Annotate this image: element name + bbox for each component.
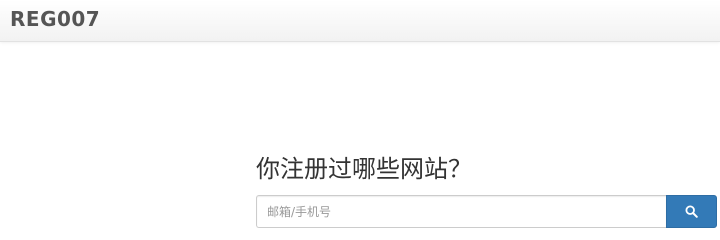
- navbar: REG007: [0, 0, 720, 42]
- page-title: 你注册过哪些网站？: [256, 155, 472, 183]
- search-input[interactable]: [256, 195, 666, 228]
- search-form: [256, 195, 717, 228]
- search-button[interactable]: [666, 195, 717, 228]
- search-icon: [685, 205, 698, 218]
- brand-logo[interactable]: REG007: [10, 6, 100, 32]
